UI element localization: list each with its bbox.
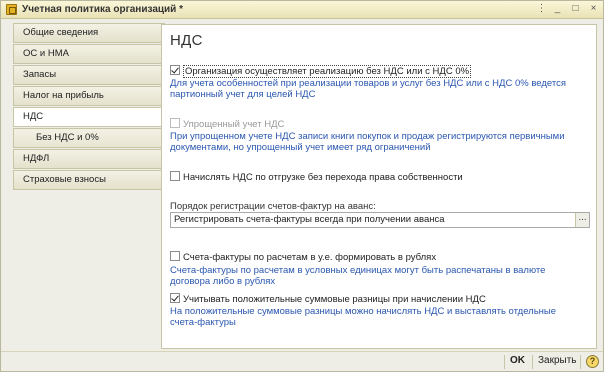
option-vat-on-shipment[interactable]: Начислять НДС по отгрузке без перехода п… xyxy=(170,171,463,183)
close-icon[interactable]: × xyxy=(587,3,600,16)
title-bar: Учетная политика организаций * ⋮ _ □ × xyxy=(1,1,603,19)
window-title: Учетная политика организаций * xyxy=(22,4,184,15)
help-icon[interactable]: ? xyxy=(586,355,599,368)
ok-button[interactable]: OK xyxy=(510,355,525,366)
sidebar-item-inventory[interactable]: Запасы xyxy=(13,65,165,85)
sidebar-item-no-vat[interactable]: Без НДС и 0% xyxy=(13,128,165,148)
option-positive-differences-label[interactable]: Учитывать положительные суммовые разницы… xyxy=(183,294,486,305)
option-invoices-in-rubles[interactable]: Счета-фактуры по расчетам в у.е. формиро… xyxy=(170,251,436,263)
main-panel: НДС Организация осуществляет реализацию … xyxy=(161,24,597,349)
select-more-button[interactable]: ... xyxy=(575,213,589,227)
option-simplified-vat-hint: При упрощенном учете НДС записи книги по… xyxy=(170,131,565,153)
checkbox-invoices-in-rubles[interactable] xyxy=(170,251,180,261)
invoice-order-value[interactable]: Регистрировать счета-фактуры всегда при … xyxy=(174,214,445,225)
sidebar-item-fixed-assets[interactable]: ОС и НМА xyxy=(13,44,165,64)
sidebar-item-insurance[interactable]: Страховые взносы xyxy=(13,170,165,190)
option-simplified-vat: Упрощенный учет НДС xyxy=(170,118,284,130)
invoice-order-label: Порядок регистрации счетов-фактур на ава… xyxy=(170,201,376,212)
checkbox-no-vat-sales[interactable] xyxy=(170,65,180,75)
page-title: НДС xyxy=(170,32,203,49)
option-positive-differences-hint: На положительные суммовые разницы можно … xyxy=(170,306,557,328)
checkbox-vat-on-shipment[interactable] xyxy=(170,171,180,181)
footer-bar: OK Закрыть ? xyxy=(1,351,603,371)
footer-divider xyxy=(504,355,505,369)
checkbox-positive-differences[interactable] xyxy=(170,293,180,303)
option-positive-differences[interactable]: Учитывать положительные суммовые разницы… xyxy=(170,293,486,305)
sidebar: Общие сведения ОС и НМА Запасы Налог на … xyxy=(9,19,166,349)
sidebar-item-general[interactable]: Общие сведения xyxy=(13,23,165,43)
checkbox-simplified-vat xyxy=(170,118,180,128)
option-invoices-in-rubles-hint: Счета-фактуры по расчетам в условных еди… xyxy=(170,265,546,287)
option-invoices-in-rubles-label[interactable]: Счета-фактуры по расчетам в у.е. формиро… xyxy=(183,252,436,263)
sidebar-item-ndfl[interactable]: НДФЛ xyxy=(13,149,165,169)
option-simplified-vat-label: Упрощенный учет НДС xyxy=(183,119,285,130)
close-button[interactable]: Закрыть xyxy=(538,355,577,366)
app-icon xyxy=(6,4,17,15)
option-no-vat-sales-hint: Для учета особенностей при реализации то… xyxy=(170,78,566,100)
option-no-vat-sales-label[interactable]: Организация осуществляет реализацию без … xyxy=(183,65,472,78)
footer-divider xyxy=(532,355,533,369)
menu-icon[interactable]: ⋮ xyxy=(535,3,548,16)
sidebar-item-vat[interactable]: НДС xyxy=(13,107,166,127)
option-vat-on-shipment-label[interactable]: Начислять НДС по отгрузке без перехода п… xyxy=(183,172,463,183)
option-no-vat-sales[interactable]: Организация осуществляет реализацию без … xyxy=(170,65,472,78)
footer-divider xyxy=(580,355,581,369)
minimize-icon[interactable]: _ xyxy=(551,3,564,16)
maximize-icon[interactable]: □ xyxy=(569,3,582,16)
invoice-order-field[interactable]: Регистрировать счета-фактуры всегда при … xyxy=(170,212,590,228)
dialog-window: Учетная политика организаций * ⋮ _ □ × О… xyxy=(0,0,604,372)
sidebar-item-income-tax[interactable]: Налог на прибыль xyxy=(13,86,165,106)
